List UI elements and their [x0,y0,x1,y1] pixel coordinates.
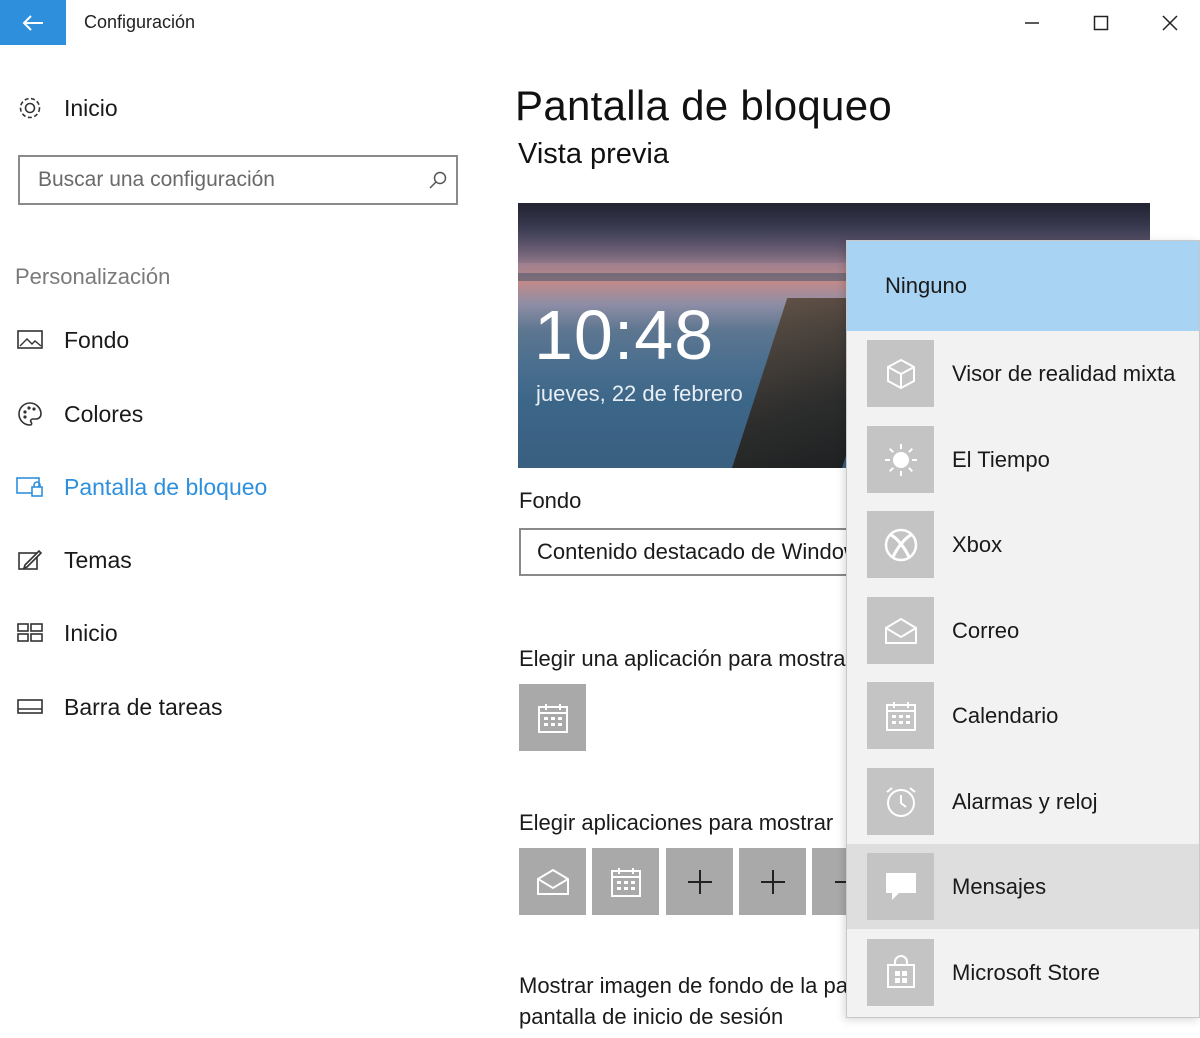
sidebar-item-label: Pantalla de bloqueo [64,473,268,500]
back-button[interactable] [0,0,66,45]
page-title: Pantalla de bloqueo [515,82,893,129]
flyout-item-el-tiempo[interactable]: El Tiempo [847,417,1199,502]
back-arrow-icon [22,14,43,31]
flyout-item-label: Ninguno [885,273,967,298]
calendar-icon [867,682,934,749]
home-nav-item[interactable]: Inicio [14,88,118,128]
flyout-item-label: Alarmas y reloj [952,788,1098,814]
flyout-item-calendario[interactable]: Calendario [847,673,1199,758]
background-dropdown-value: Contenido destacado de Windows [537,539,859,564]
background-dropdown[interactable]: Contenido destacado de Windows [519,528,859,576]
picture-icon [14,324,46,356]
mail-icon [536,868,569,895]
plus-icon [835,869,846,894]
maximize-button[interactable] [1071,0,1131,45]
sun-icon [867,426,934,493]
flyout-item-alarmas[interactable]: Alarmas y reloj [847,759,1199,844]
xbox-icon [867,511,934,578]
background-label: Fondo [519,488,582,513]
flyout-item-visor[interactable]: Visor de realidad mixta [847,331,1199,416]
palette-icon [14,398,46,430]
flyout-item-ninguno[interactable]: Ninguno [847,241,1199,331]
sidebar-item-temas[interactable]: Temas [14,540,132,580]
detailed-status-app-button[interactable] [519,684,586,751]
message-icon [867,853,934,920]
sidebar-item-label: Barra de tareas [64,693,223,720]
store-icon [867,939,934,1006]
mail-icon [867,597,934,664]
sidebar-item-label: Temas [64,546,132,573]
quick-status-slot-5[interactable] [812,848,846,915]
flyout-item-label: Calendario [952,702,1059,728]
preview-heading: Vista previa [518,138,669,170]
search-placeholder: Buscar una configuración [38,168,275,191]
sidebar-item-fondo[interactable]: Fondo [14,320,129,360]
taskbar-icon [14,691,46,723]
title-bar: Configuración [0,0,1200,45]
flyout-item-correo[interactable]: Correo [847,588,1199,673]
sidebar-item-inicio[interactable]: Inicio [14,613,118,653]
cube-icon [867,340,934,407]
sidebar-item-label: Fondo [64,326,130,353]
quick-status-slot-2[interactable] [592,848,659,915]
lock-screen-icon [14,471,46,503]
app-chooser-flyout: Ninguno Visor de realidad mixta El Tiemp… [846,240,1200,1018]
signin-background-text-1: Mostrar imagen de fondo de la pantalla d… [519,973,846,998]
preview-date: jueves, 22 de febrero [536,381,743,406]
flyout-item-store[interactable]: Microsoft Store [847,930,1199,1015]
flyout-item-label: Mensajes [952,873,1047,899]
flyout-item-label: El Tiempo [952,446,1050,472]
preview-time: 10:48 [534,296,715,374]
close-icon [1162,14,1178,31]
search-icon[interactable] [420,162,456,198]
calendar-icon [537,703,568,733]
quick-status-slot-4[interactable] [739,848,806,915]
section-heading: Personalización [15,264,171,289]
flyout-item-mensajes[interactable]: Mensajes [847,844,1199,929]
close-button[interactable] [1140,0,1200,45]
alarm-icon [867,768,934,835]
plus-icon [760,869,785,894]
sidebar-item-label: Inicio [64,619,118,646]
quick-status-label: Elegir aplicaciones para mostrar [519,810,834,835]
minimize-icon [1025,21,1039,24]
app-title: Configuración [84,12,196,32]
flyout-item-label: Visor de realidad mixta [952,360,1176,386]
home-label: Inicio [64,94,118,121]
quick-status-slot-1[interactable] [519,848,586,915]
flyout-item-label: Microsoft Store [952,959,1100,985]
sidebar-item-label: Colores [64,400,144,427]
brush-icon [14,544,46,576]
signin-background-text-2: pantalla de inicio de sesión [519,1004,784,1029]
detailed-status-label: Elegir una aplicación para mostrar [519,646,846,671]
calendar-icon [610,867,641,897]
sidebar-item-colores[interactable]: Colores [14,394,143,434]
search-box[interactable]: Buscar una configuración [18,155,458,205]
quick-status-slot-3[interactable] [666,848,733,915]
plus-icon [687,869,712,894]
flyout-item-label: Xbox [952,531,1003,557]
flyout-item-xbox[interactable]: Xbox [847,502,1199,587]
gear-icon [14,92,46,124]
maximize-icon [1093,15,1109,30]
flyout-item-label: Correo [952,617,1020,643]
minimize-button[interactable] [1002,0,1062,45]
start-icon [14,617,46,649]
sidebar-item-barra-de-tareas[interactable]: Barra de tareas [14,687,223,727]
sidebar-item-pantalla-de-bloqueo[interactable]: Pantalla de bloqueo [14,467,267,507]
